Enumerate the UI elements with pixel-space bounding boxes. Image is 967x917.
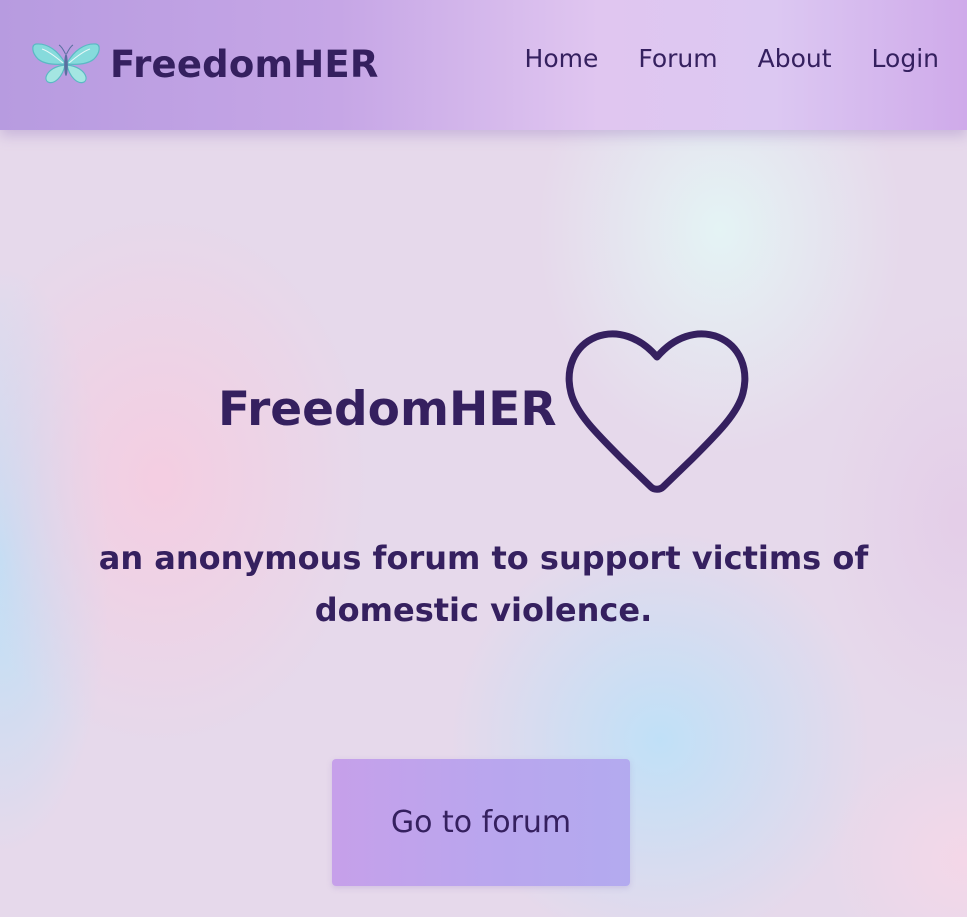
go-to-forum-button[interactable]: Go to forum xyxy=(332,759,630,886)
nav-link-forum[interactable]: Forum xyxy=(638,44,717,73)
hero-title: FreedomHER xyxy=(218,382,557,437)
brand-link[interactable]: FreedomHER xyxy=(30,38,379,90)
nav-link-about[interactable]: About xyxy=(758,44,832,73)
hero-subtitle: an anonymous forum to support victims of… xyxy=(98,539,869,629)
nav-link-login[interactable]: Login xyxy=(872,44,939,73)
nav-link-home[interactable]: Home xyxy=(525,44,599,73)
heart-outline-icon xyxy=(565,330,749,493)
navbar: FreedomHER Home Forum About Login xyxy=(0,0,967,130)
butterfly-icon xyxy=(32,43,100,84)
hero-title-row: FreedomHER xyxy=(0,325,967,495)
nav-menu: Home Forum About Login xyxy=(525,44,939,73)
brand-name: FreedomHER xyxy=(110,42,379,86)
